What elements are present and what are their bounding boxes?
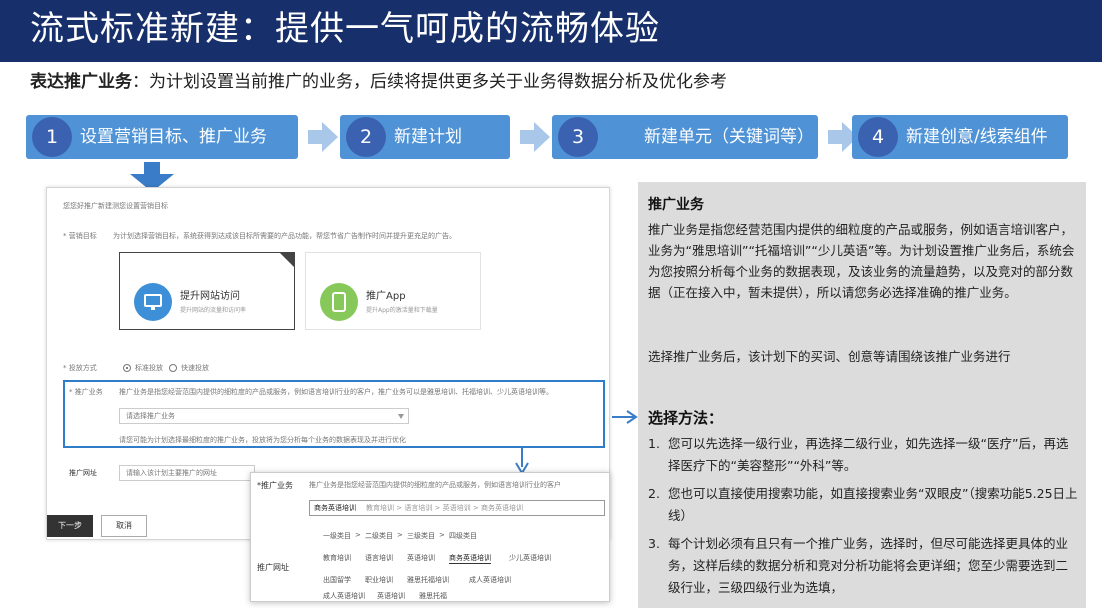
step-2-number: 2 xyxy=(346,117,386,157)
step-3: 3 新建单元（关键词等） xyxy=(552,115,818,159)
step-3-number: 3 xyxy=(558,117,598,157)
business-hint: 请您可能为计划选择最细粒度的推广业务，投放将为您分析每个业务的数据表现及并进行优… xyxy=(119,436,406,444)
category-option[interactable]: 语言培训 xyxy=(365,553,393,563)
right-arrow-icon xyxy=(612,410,638,424)
category-option[interactable]: 英语培训 xyxy=(377,591,405,601)
mode-label: * 投放方式 xyxy=(63,364,97,372)
form-header: 您您好推广新建测您设置营销目标 xyxy=(63,202,168,210)
category-option-selected[interactable]: 商务英语培训 xyxy=(449,553,491,564)
category-option[interactable]: 成人英语培训 xyxy=(323,591,365,601)
step-4: 4 新建创意/线索组件 xyxy=(852,115,1068,159)
goal-description: 为计划选择营销目标，系统获得到达成该目标所需要的产品功能，帮您节省广告制作时间并… xyxy=(113,232,456,240)
chevron-down-icon xyxy=(398,414,404,419)
chevron-right-icon xyxy=(308,122,338,152)
step-3-label: 新建单元（关键词等） xyxy=(644,127,812,147)
method-item: 1. 您可以先选择一级行业，再选择二级行业，如先选择一级“医疗”后，再选择医疗下的… xyxy=(648,433,1078,477)
business-select-placeholder: 请选择推广业务 xyxy=(126,412,175,420)
category-option[interactable]: 雅思托福培训 xyxy=(407,575,449,585)
dropdown-business-label: *推广业务 xyxy=(257,481,293,490)
mode-fast-label: 快速投放 xyxy=(181,364,209,372)
category-option[interactable]: 教育培训 xyxy=(323,553,351,563)
info-title: 推广业务 xyxy=(648,197,704,213)
info-paragraph-1: 推广业务是指您经营范围内提供的细粒度的产品或服务，例如语言培训客户，业务为“雅思… xyxy=(648,222,1075,300)
next-button[interactable]: 下一步 xyxy=(47,515,93,537)
mode-fast-radio[interactable] xyxy=(169,364,177,372)
mode-standard-label: 标准投放 xyxy=(135,364,163,372)
dropdown-selected: 商务英语培训 xyxy=(314,504,356,512)
chevron-right-icon xyxy=(520,122,550,152)
goal-card-app[interactable]: 推广App 提升App的激活量和下载量 xyxy=(305,252,481,330)
step-1-number: 1 xyxy=(32,117,72,157)
method-number: 3. xyxy=(648,536,660,551)
category-option[interactable]: 职业培训 xyxy=(365,575,393,585)
method-number: 2. xyxy=(648,486,660,501)
dropdown-select[interactable]: 商务英语培训 教育培训 > 语言培训 > 英语培训 > 商务英语培训 xyxy=(309,500,605,516)
subtitle-rest: ：为计划设置当前推广的业务，后续将提供更多关于业务得数据分析及优化参考 xyxy=(132,72,727,92)
info-panel: 推广业务 推广业务是指您经营范围内提供的细粒度的产品或服务，例如语言培训客户，业… xyxy=(638,182,1086,608)
category-option[interactable]: 成人英语培训 xyxy=(469,575,511,585)
level-2-header: 二级类目 xyxy=(365,532,393,540)
dropdown-path: 教育培训 > 语言培训 > 英语培训 > 商务英语培训 xyxy=(366,504,523,512)
site-input-placeholder: 请输入该计划主要推广的网址 xyxy=(126,469,217,477)
step-2-label: 新建计划 xyxy=(394,127,462,147)
mode-standard-radio[interactable] xyxy=(123,364,131,372)
title-bar: 流式标准新建：提供一气呵成的流畅体验 xyxy=(0,0,1102,62)
method-list: 1. 您可以先选择一级行业，再选择二级行业，如先选择一级“医疗”后，再选择医疗下的… xyxy=(648,433,1078,605)
level-3-header: 三级类目 xyxy=(407,532,435,540)
method-text: 您可以先选择一级行业，再选择二级行业，如先选择一级“医疗”后，再选择医疗下的“美… xyxy=(668,436,1069,473)
selected-corner-icon xyxy=(280,253,294,267)
business-select[interactable]: 请选择推广业务 xyxy=(119,408,409,424)
cancel-button[interactable]: 取消 xyxy=(101,515,147,537)
goal-card-website-sub: 提升网站的流量和访问率 xyxy=(180,307,247,314)
step-1: 1 设置营销目标、推广业务 xyxy=(26,115,298,159)
down-arrow-icon xyxy=(515,447,529,475)
level-1-header: 一级类目 xyxy=(323,532,351,540)
step-4-number: 4 xyxy=(858,117,898,157)
subtitle-bold: 表达推广业务 xyxy=(30,72,132,92)
monitor-icon xyxy=(134,283,172,321)
category-option[interactable]: 英语培训 xyxy=(407,553,435,563)
business-description: 推广业务是指您经营范围内提供的细粒度的产品或服务，例如语言培训行业的客户，推广业… xyxy=(119,388,553,396)
method-title: 选择方法： xyxy=(648,409,724,427)
step-1-label: 设置营销目标、推广业务 xyxy=(80,127,267,147)
method-item: 2. 您也可以直接使用搜索功能，如直接搜索业务“双眼皮”（搜索功能5.25日上线） xyxy=(648,483,1078,527)
site-label: 推广网址 xyxy=(69,469,97,477)
goal-card-website-title: 提升网站访问 xyxy=(180,291,240,302)
method-text: 您也可以直接使用搜索功能，如直接搜索业务“双眼皮”（搜索功能5.25日上线） xyxy=(668,486,1078,523)
step-4-label: 新建创意/线索组件 xyxy=(906,127,1048,147)
method-item: 3. 每个计划必须有且只有一个推广业务，选择时，但尽可能选择更具体的业务，这样后续… xyxy=(648,533,1078,599)
level-separator: > xyxy=(397,531,403,539)
method-text: 每个计划必须有且只有一个推广业务，选择时，但尽可能选择更具体的业务，这样后续的数… xyxy=(668,536,1069,595)
category-option[interactable]: 雅思托福 xyxy=(419,591,447,601)
dropdown-business-desc: 推广业务是指您经营范围内提供的细粒度的产品或服务，例如语言培训行业的客户 xyxy=(309,481,561,489)
info-paragraph-2: 选择推广业务后，该计划下的买词、创意等请围绕该推广业务进行 xyxy=(648,349,1011,364)
category-option[interactable]: 少儿英语培训 xyxy=(509,553,551,563)
dropdown-site-label: 推广网址 xyxy=(257,563,289,572)
step-2: 2 新建计划 xyxy=(340,115,510,159)
business-label: * 推广业务 xyxy=(69,388,103,396)
level-separator: > xyxy=(439,531,445,539)
subtitle: 表达推广业务：为计划设置当前推广的业务，后续将提供更多关于业务得数据分析及优化参… xyxy=(30,69,727,95)
goal-card-website[interactable]: 提升网站访问 提升网站的流量和访问率 xyxy=(119,252,295,330)
method-number: 1. xyxy=(648,436,660,451)
level-separator: > xyxy=(355,531,361,539)
category-option[interactable]: 出国留学 xyxy=(323,575,351,585)
page-title: 流式标准新建：提供一气呵成的流畅体验 xyxy=(30,9,660,49)
level-4-header: 四级类目 xyxy=(449,532,477,540)
goal-card-app-title: 推广App xyxy=(366,291,406,302)
site-input[interactable]: 请输入该计划主要推广的网址 xyxy=(119,465,255,481)
dropdown-panel: *推广业务 推广业务是指您经营范围内提供的细粒度的产品或服务，例如语言培训行业的… xyxy=(250,472,610,602)
app-icon xyxy=(320,283,358,321)
goal-card-app-sub: 提升App的激活量和下载量 xyxy=(366,307,438,314)
